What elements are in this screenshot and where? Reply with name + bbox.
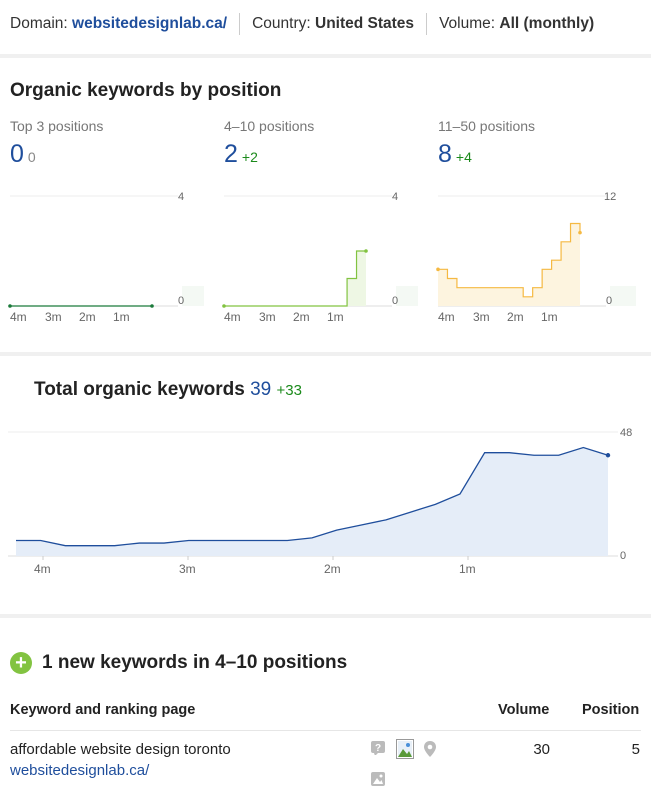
x-tick-label: 4m xyxy=(224,310,241,324)
y-tick-label: 0 xyxy=(620,550,626,562)
x-tick-label: 4m xyxy=(34,562,51,576)
y-tick-label: 4 xyxy=(392,191,398,203)
forecast-area xyxy=(182,286,204,306)
row-divider xyxy=(10,730,641,731)
keyword-text: affordable website design toronto xyxy=(10,741,231,758)
position-value: 5 xyxy=(631,741,640,758)
col-header-volume[interactable]: Volume xyxy=(498,702,549,718)
end-point xyxy=(578,230,582,235)
series-line xyxy=(224,250,366,307)
total-value: 39 xyxy=(250,379,272,400)
pos11-50-chart[interactable]: 12 0 4m 3m 2m 1m xyxy=(436,186,646,326)
position-label: Top 3 positions xyxy=(10,118,104,134)
position-group-top3: Top 3 positions 00 xyxy=(10,118,210,169)
x-tick-label: 3m xyxy=(45,310,62,324)
question-serp-icon[interactable]: ? xyxy=(371,741,385,755)
start-point xyxy=(436,267,440,272)
new-keywords-title: 1 new keywords in 4–10 positions xyxy=(42,652,348,673)
position-delta: +2 xyxy=(241,149,258,165)
broken-image-icon xyxy=(396,739,414,759)
image-serp-icon[interactable] xyxy=(371,772,385,786)
positions-title: Organic keywords by position xyxy=(10,80,282,101)
x-tick-label: 2m xyxy=(324,562,341,576)
plus-circle-icon: + xyxy=(10,652,32,674)
x-tick-label: 2m xyxy=(293,310,310,324)
top3-chart[interactable]: 4 0 4m 3m 2m 1m xyxy=(8,186,204,326)
x-tick-label: 3m xyxy=(179,562,196,576)
volume-label: Volume: xyxy=(439,15,496,32)
y-tick-label: 12 xyxy=(604,191,616,203)
divider xyxy=(239,13,241,35)
position-group-11-50: 11–50 positions 8 +4 xyxy=(438,118,638,169)
volume-value[interactable]: All (monthly) xyxy=(499,15,594,33)
position-label: 4–10 positions xyxy=(224,118,315,134)
position-value: 0 xyxy=(10,140,24,168)
series-area xyxy=(16,447,608,556)
section-divider xyxy=(0,54,651,58)
y-tick-label: 0 xyxy=(392,295,398,307)
total-keywords-title: Total organic keywords 39 +33 xyxy=(34,379,302,401)
y-tick-label: 4 xyxy=(178,191,184,203)
total-keywords-chart[interactable]: 48 0 4m 3m 2m 1m xyxy=(8,418,648,580)
position-label: 11–50 positions xyxy=(438,118,536,134)
svg-text:?: ? xyxy=(375,743,381,754)
series-area xyxy=(438,223,580,306)
section-divider xyxy=(0,352,651,356)
total-title-text: Total organic keywords xyxy=(34,379,245,400)
new-keywords-header: + 1 new keywords in 4–10 positions xyxy=(10,652,347,674)
divider xyxy=(426,13,428,35)
section-divider xyxy=(0,614,651,618)
forecast-area xyxy=(396,286,418,306)
domain-link[interactable]: websitedesignlab.ca/ xyxy=(72,15,227,33)
forecast-area xyxy=(610,286,636,306)
y-tick-label: 0 xyxy=(606,295,612,307)
location-pin-icon[interactable] xyxy=(423,740,437,758)
filter-bar: Domain: websitedesignlab.ca/ Country: Un… xyxy=(0,0,651,48)
position-value: 8 xyxy=(438,140,452,168)
x-tick-label: 1m xyxy=(541,310,558,324)
country-value[interactable]: United States xyxy=(315,15,414,33)
end-point xyxy=(605,453,611,458)
position-delta: 0 xyxy=(27,149,36,165)
ranking-page-link[interactable]: websitedesignlab.ca/ xyxy=(10,762,149,779)
col-header-keyword[interactable]: Keyword and ranking page xyxy=(10,702,195,718)
start-point xyxy=(8,304,12,308)
y-tick-label: 0 xyxy=(178,295,184,307)
end-point xyxy=(150,304,154,308)
x-tick-label: 1m xyxy=(459,562,476,576)
total-delta: +33 xyxy=(276,382,302,399)
x-tick-label: 3m xyxy=(473,310,490,324)
pos4-10-chart[interactable]: 4 0 4m 3m 2m 1m xyxy=(222,186,418,326)
end-point xyxy=(364,249,368,253)
volume-value: 30 xyxy=(533,741,550,758)
domain-label: Domain: xyxy=(10,15,68,32)
x-tick-label: 3m xyxy=(259,310,276,324)
x-tick-label: 4m xyxy=(438,310,455,324)
start-point xyxy=(222,304,226,308)
x-tick-label: 2m xyxy=(79,310,96,324)
x-tick-label: 4m xyxy=(10,310,27,324)
y-tick-label: 48 xyxy=(620,427,632,439)
x-tick-label: 1m xyxy=(327,310,344,324)
country-label: Country: xyxy=(252,15,311,32)
col-header-position[interactable]: Position xyxy=(582,702,639,718)
position-value: 2 xyxy=(224,140,238,168)
position-delta: +4 xyxy=(455,149,472,165)
position-group-4-10: 4–10 positions 2 +2 xyxy=(224,118,424,169)
x-tick-label: 1m xyxy=(113,310,130,324)
x-tick-label: 2m xyxy=(507,310,524,324)
series-area xyxy=(224,251,366,306)
